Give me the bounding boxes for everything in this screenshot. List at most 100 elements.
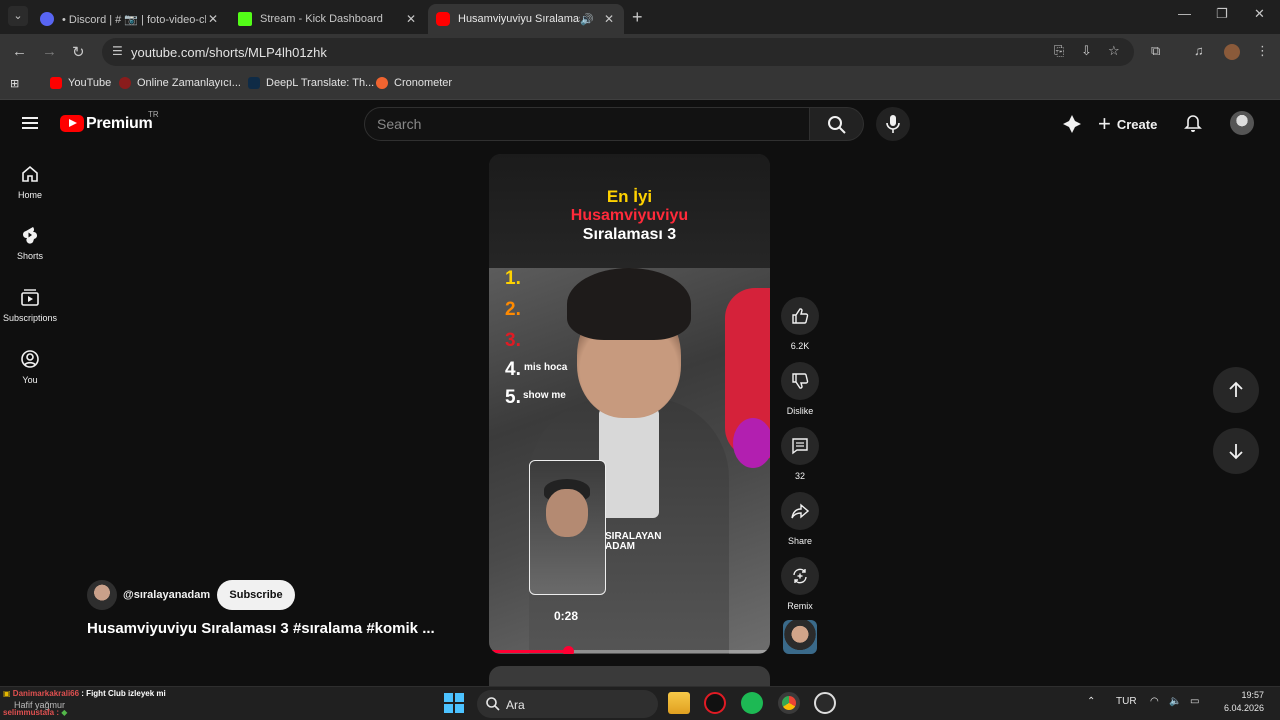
- subscribe-button[interactable]: Subscribe: [217, 580, 295, 610]
- notifications-bell-icon[interactable]: [1183, 114, 1203, 134]
- video-title[interactable]: Husamviyuviyu Sıralaması 3 #sıralama #ko…: [87, 620, 435, 637]
- youtube-logo-icon[interactable]: [60, 115, 84, 132]
- close-icon[interactable]: ✕: [206, 12, 220, 26]
- next-short-button[interactable]: [1213, 428, 1259, 474]
- guide-label: Shorts: [16, 251, 43, 261]
- recording-app-icon[interactable]: [704, 692, 726, 714]
- share-button[interactable]: [781, 492, 819, 530]
- file-explorer-icon[interactable]: [668, 692, 690, 714]
- progress-bar[interactable]: [489, 646, 770, 654]
- tab-search-menu-button[interactable]: ⌄: [8, 6, 28, 26]
- chrome-icon[interactable]: [778, 692, 800, 714]
- sound-source-avatar[interactable]: [783, 620, 817, 654]
- gemini-sparkle-icon[interactable]: [1062, 114, 1082, 134]
- bookmark-deepl[interactable]: DeepL Translate: Th...: [248, 77, 374, 89]
- windows-taskbar: ▣ Danimarkakrali66 : Fight Club izleyek …: [0, 686, 1280, 720]
- comment-count: 32: [794, 471, 805, 481]
- comments-button[interactable]: [781, 427, 819, 465]
- previous-short-button[interactable]: [1213, 367, 1259, 413]
- back-button[interactable]: ←: [12, 43, 27, 60]
- taskbar-search[interactable]: Ara: [477, 690, 658, 718]
- create-button[interactable]: + Create: [1094, 107, 1166, 141]
- channel-avatar[interactable]: [87, 580, 117, 610]
- comment-icon: [792, 438, 808, 455]
- bookmarks-bar: ⊞ YouTube Online Zamanlayıcı... DeepL Tr…: [0, 70, 1280, 100]
- speaker-icon[interactable]: 🔈: [1169, 696, 1181, 707]
- remix-button[interactable]: [781, 557, 819, 595]
- show-hidden-icons-chevron-icon[interactable]: ⌃: [1087, 696, 1095, 707]
- close-icon[interactable]: ✕: [404, 12, 418, 26]
- shorts-video-player[interactable]: En İyi Husamviyuviyu Sıralaması 3 1. 2. …: [489, 154, 770, 654]
- guide-item-subscriptions[interactable]: Subscriptions: [0, 287, 60, 323]
- boy-shirt: [599, 408, 659, 518]
- audio-playing-icon[interactable]: 🔊: [580, 13, 594, 26]
- bookmark-youtube[interactable]: YouTube: [50, 77, 111, 89]
- close-window-button[interactable]: ✕: [1254, 6, 1265, 22]
- guide-menu-icon[interactable]: [22, 117, 38, 129]
- youtube-masthead: Premium TR + Create: [0, 101, 1280, 147]
- apps-grid-icon[interactable]: ⊞: [10, 77, 19, 90]
- guide-label: Home: [17, 190, 42, 200]
- guide-item-home[interactable]: Home: [0, 164, 60, 200]
- obs-icon[interactable]: [814, 692, 836, 714]
- dislike-label: Dislike: [786, 406, 814, 416]
- progress-fill: [489, 650, 568, 653]
- site-info-icon[interactable]: ☰: [112, 44, 123, 58]
- shorts-icon: [22, 227, 38, 244]
- system-clock[interactable]: 19:57 6.04.2026: [1214, 689, 1264, 715]
- translate-icon[interactable]: ⎘: [1054, 43, 1064, 59]
- overlay-line-1: En İyi: [606, 187, 653, 206]
- battery-icon[interactable]: ▭: [1190, 696, 1199, 707]
- account-avatar[interactable]: [1230, 111, 1254, 135]
- restore-button[interactable]: ❐: [1216, 6, 1228, 22]
- search-icon: [486, 697, 500, 711]
- media-controls-icon[interactable]: ♫: [1194, 43, 1204, 58]
- new-tab-button[interactable]: +: [632, 7, 643, 28]
- next-short-peek[interactable]: [489, 666, 770, 686]
- reload-button[interactable]: ↻: [72, 43, 85, 61]
- tab-youtube-short[interactable]: Husamviyuviyu Sıralaması 3 🔊 ✕: [428, 4, 624, 34]
- profile-avatar[interactable]: [1224, 44, 1240, 60]
- close-icon[interactable]: ✕: [602, 12, 616, 26]
- news-microphone: [733, 418, 770, 468]
- minimize-button[interactable]: —: [1178, 6, 1191, 21]
- install-app-icon[interactable]: ⇩: [1081, 43, 1092, 59]
- chat-overlay-message: ▣ Danimarkakrali66 : Fight Club izleyek …: [3, 689, 166, 698]
- search-input[interactable]: [364, 107, 810, 141]
- overlay-line-3: Sıralaması 3: [582, 226, 677, 243]
- extensions-icon[interactable]: ⧉: [1151, 43, 1160, 59]
- bookmark-cronometer[interactable]: Cronometer: [376, 77, 452, 89]
- tab-discord[interactable]: • Discord | # 📷 | foto-video-cha ✕: [32, 4, 228, 34]
- bookmark-label: DeepL Translate: Th...: [266, 77, 375, 89]
- tab-title: • Discord | # 📷 | foto-video-cha: [62, 13, 206, 26]
- guide-item-shorts[interactable]: Shorts: [0, 225, 60, 261]
- region-code: TR: [148, 110, 159, 119]
- windows-start-icon[interactable]: [444, 693, 464, 713]
- wifi-icon[interactable]: ◠: [1150, 696, 1159, 707]
- guide-label: You: [22, 375, 38, 385]
- bookmark-online-timer[interactable]: Online Zamanlayıcı...: [119, 77, 241, 89]
- like-count: 6.2K: [790, 341, 810, 351]
- browser-toolbar: ← → ↻ ☰ youtube.com/shorts/MLP4lh01zhk ⎘…: [0, 34, 1280, 70]
- input-language[interactable]: TUR: [1116, 696, 1137, 707]
- channel-handle[interactable]: @sıralayanadam: [123, 589, 210, 601]
- like-button[interactable]: [781, 297, 819, 335]
- dislike-button[interactable]: [781, 362, 819, 400]
- rank-number: 5.: [505, 387, 521, 408]
- search-button[interactable]: [810, 107, 864, 141]
- rank-number: 2.: [505, 299, 521, 320]
- caption-line-2: ADAM: [605, 541, 635, 552]
- chat-icon: ▣: [3, 689, 11, 698]
- address-bar[interactable]: ☰ youtube.com/shorts/MLP4lh01zhk: [102, 38, 1134, 66]
- tab-kick[interactable]: Stream - Kick Dashboard ✕: [230, 4, 426, 34]
- guide-label: Subscriptions: [2, 313, 58, 323]
- scrubber-handle[interactable]: [562, 646, 574, 654]
- chrome-menu-icon[interactable]: ⋮: [1256, 43, 1269, 59]
- spotify-icon[interactable]: [741, 692, 763, 714]
- forward-button[interactable]: →: [42, 43, 57, 60]
- plus-icon: +: [1098, 111, 1111, 136]
- voice-search-button[interactable]: [876, 107, 910, 141]
- bookmark-star-icon[interactable]: ☆: [1108, 43, 1120, 59]
- share-label: Share: [787, 536, 813, 546]
- guide-item-you[interactable]: You: [0, 349, 60, 385]
